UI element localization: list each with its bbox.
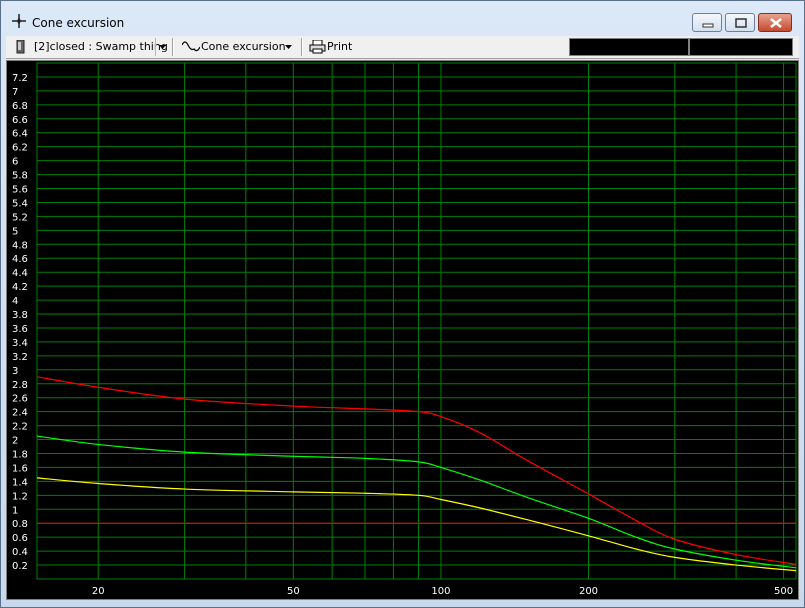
y-tick-label: 4.4 [12, 268, 28, 279]
y-tick-label: 2.6 [12, 394, 28, 405]
chevron-down-icon [159, 45, 166, 49]
close-icon [770, 18, 782, 28]
y-tick-label: 4 [12, 296, 18, 307]
title-bar[interactable]: Cone excursion [1, 1, 804, 35]
chart-svg: 0.2 0.4 0.6 0.8 1 1.2 1.4 1.6 1.8 2 2.2 2.4 2.6 2.8 3 3… [7, 61, 798, 599]
view-selector[interactable]: Cone excursion [201, 38, 286, 56]
y-tick-label: 6 [12, 157, 18, 168]
speaker-box-icon [16, 40, 25, 54]
toolbar-separator [301, 38, 303, 56]
window-title: Cone excursion [32, 16, 125, 30]
app-crosshair-icon [12, 14, 26, 28]
project-selector[interactable]: [2]closed : Swamp thing [34, 38, 168, 56]
y-tick-label: 1.2 [12, 491, 28, 502]
x-tick-label: 50 [287, 586, 300, 597]
y-tick-label: 6.2 [12, 143, 28, 154]
chart-background [7, 61, 798, 599]
y-tick-label: 6.6 [12, 115, 28, 126]
project-dropdown-button[interactable] [155, 38, 169, 56]
y-tick-label: 0.6 [12, 533, 28, 544]
y-tick-label: 0.4 [12, 547, 28, 558]
y-tick-label: 5.4 [12, 198, 28, 209]
y-tick-label: 0.2 [12, 561, 28, 572]
y-tick-label: 1 [12, 505, 18, 516]
x-tick-label: 500 [774, 586, 793, 597]
y-tick-label: 5.2 [12, 212, 28, 223]
y-tick-label: 6.4 [12, 129, 28, 140]
print-button[interactable]: Print [309, 38, 355, 56]
y-tick-label: 7 [12, 87, 18, 98]
y-tick-label: 4.8 [12, 240, 28, 251]
y-tick-label: 4.2 [12, 282, 28, 293]
y-tick-label: 3.2 [12, 352, 28, 363]
y-tick-label: 3.6 [12, 324, 28, 335]
y-tick-label: 0.8 [12, 519, 28, 530]
y-tick-label: 1.8 [12, 449, 28, 460]
y-tick-label: 6.8 [12, 101, 28, 112]
toolbar: [2]closed : Swamp thing Cone excursion P… [6, 36, 799, 59]
close-button[interactable] [758, 13, 792, 32]
y-tick-label: 3.4 [12, 338, 28, 349]
y-tick-label: 1.4 [12, 477, 28, 488]
y-tick-label: 3.8 [12, 310, 28, 321]
printer-icon [309, 40, 326, 54]
view-dropdown-button[interactable] [282, 38, 295, 56]
y-tick-label: 4.6 [12, 254, 28, 265]
minimize-icon [702, 23, 714, 28]
y-tick-label: 1.6 [12, 463, 28, 474]
x-tick-label: 100 [431, 586, 450, 597]
x-tick-label: 200 [579, 586, 598, 597]
y-tick-label: 5 [12, 226, 18, 237]
print-label: Print [327, 40, 353, 53]
y-tick-label: 2.2 [12, 422, 28, 433]
y-tick-label: 2.4 [12, 408, 28, 419]
readout-box-2 [689, 38, 793, 56]
y-tick-label: 3 [12, 366, 18, 377]
y-tick-label: 5.6 [12, 185, 28, 196]
y-tick-label: 2.8 [12, 380, 28, 391]
minimize-button[interactable] [692, 13, 722, 32]
chevron-down-icon [285, 45, 292, 49]
toolbar-separator [172, 38, 174, 56]
readout-box-1 [569, 38, 689, 56]
y-tick-label: 7.2 [12, 73, 28, 84]
y-tick-label: 2 [12, 436, 18, 447]
app-window: Cone excursion [2]closed : Swamp thing C… [0, 0, 805, 608]
maximize-button[interactable] [725, 13, 755, 32]
waveform-icon [182, 41, 200, 52]
maximize-icon [735, 18, 747, 28]
cone-excursion-chart[interactable]: 0.2 0.4 0.6 0.8 1 1.2 1.4 1.6 1.8 2 2.2 2.4 2.6 2.8 3 3… [6, 60, 799, 600]
x-tick-label: 20 [92, 586, 105, 597]
y-tick-label: 5.8 [12, 171, 28, 182]
